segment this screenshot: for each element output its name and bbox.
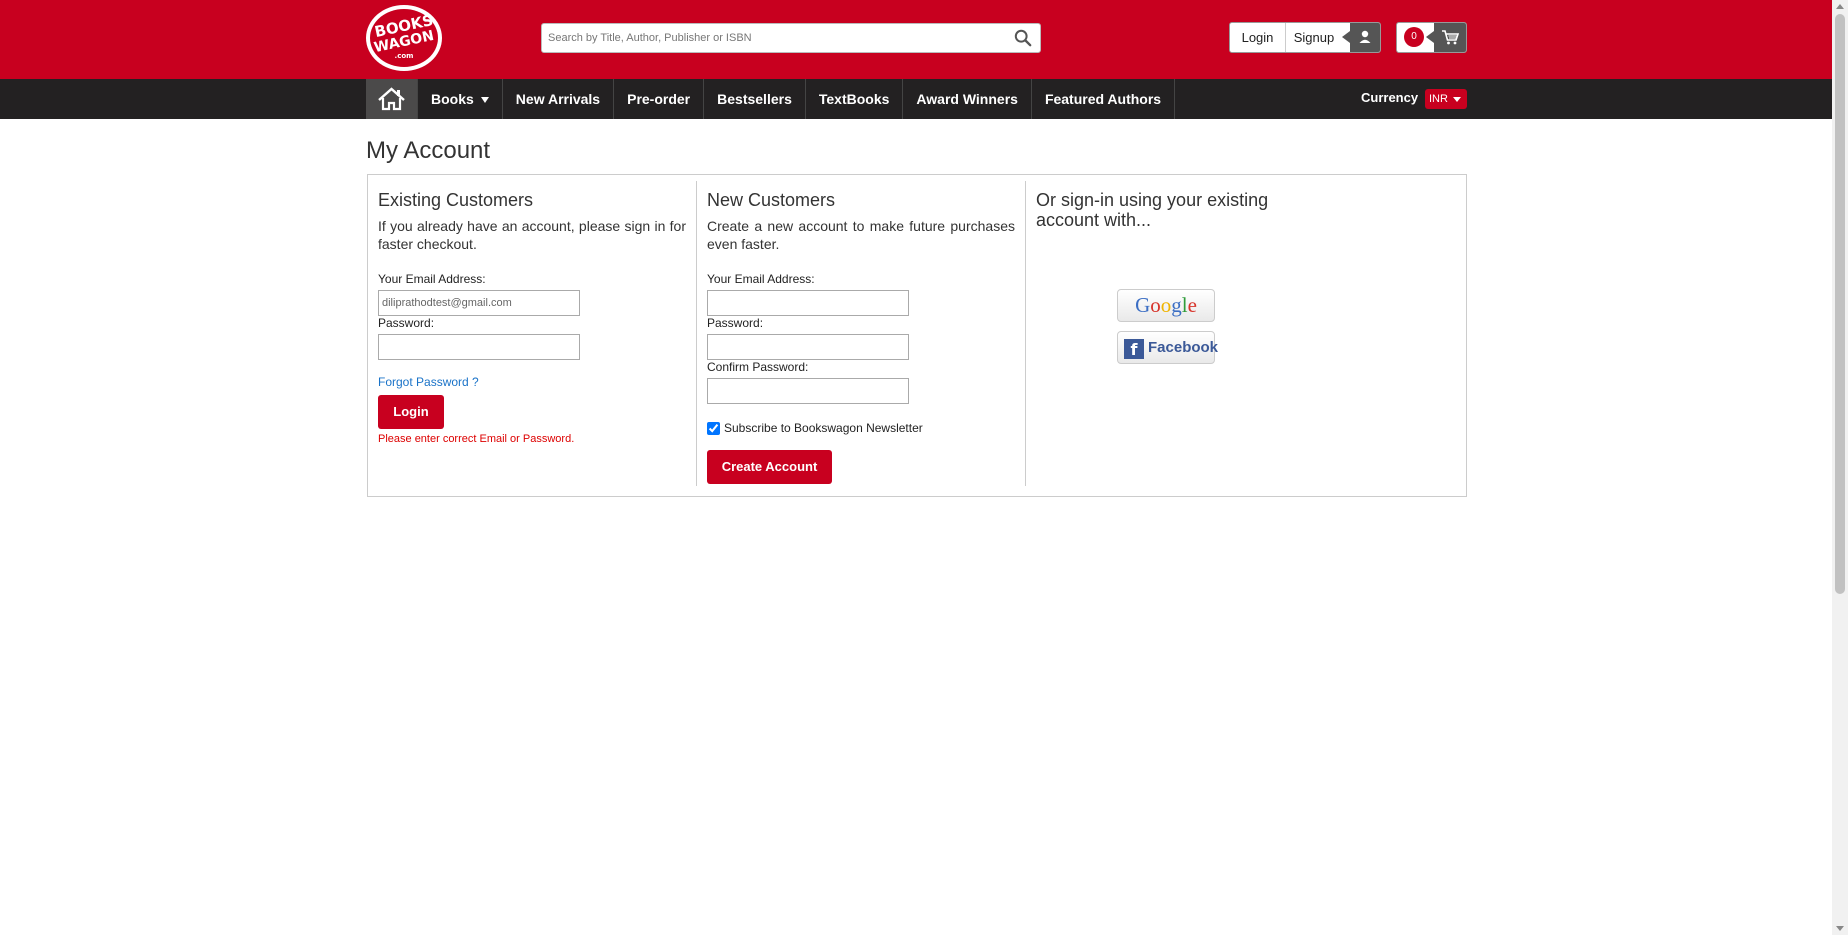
cart-button[interactable]: 0 xyxy=(1396,22,1467,53)
existing-customers-section: Existing Customers If you already have a… xyxy=(368,181,697,486)
login-email-label: Your Email Address: xyxy=(378,272,486,286)
logo-badge: BOOKS WAGON .com xyxy=(370,9,438,67)
forgot-password-link[interactable]: Forgot Password ? xyxy=(378,375,479,389)
auth-group: Login Signup xyxy=(1229,22,1381,53)
header-signup-link[interactable]: Signup xyxy=(1286,23,1342,52)
signup-password-field[interactable] xyxy=(707,334,909,360)
scroll-down-icon[interactable] xyxy=(1836,926,1844,931)
nav-item-featured-authors[interactable]: Featured Authors xyxy=(1030,79,1176,119)
google-login-button[interactable]: Google xyxy=(1117,289,1215,322)
nav-item-textbooks[interactable]: TextBooks xyxy=(804,79,903,119)
currency-value: INR xyxy=(1429,93,1448,105)
nav-item-pre-order[interactable]: Pre-order xyxy=(613,79,703,119)
chevron-down-icon xyxy=(480,97,489,104)
currency-label: Currency xyxy=(1361,90,1419,105)
new-customers-section: New Customers Create a new account to ma… xyxy=(697,181,1026,486)
header-login-link[interactable]: Login xyxy=(1230,23,1286,52)
login-email-field[interactable] xyxy=(378,290,580,316)
main-nav: Books New Arrivals Pre-order Bestsellers… xyxy=(366,79,1176,119)
nav-home[interactable] xyxy=(366,79,417,119)
scroll-up-icon[interactable] xyxy=(1836,4,1844,9)
existing-customers-description: If you already have an account, please s… xyxy=(378,218,686,252)
existing-customers-heading: Existing Customers xyxy=(378,190,534,210)
nav-item-label: Books xyxy=(431,91,474,107)
new-customers-heading: New Customers xyxy=(707,190,836,210)
login-error-message: Please enter correct Email or Password. xyxy=(378,433,575,445)
page-title: My Account xyxy=(366,137,491,164)
search-input[interactable] xyxy=(542,24,1014,52)
main-nav-bar: Books New Arrivals Pre-order Bestsellers… xyxy=(0,79,1832,119)
search-box xyxy=(541,23,1041,53)
newsletter-checkbox[interactable] xyxy=(707,422,720,435)
new-customers-description: Create a new account to make future purc… xyxy=(707,218,1015,252)
login-password-label: Password: xyxy=(378,316,435,330)
bookswagon-logo[interactable]: BOOKS WAGON .com xyxy=(366,5,442,71)
scrollbar-thumb[interactable] xyxy=(1835,14,1845,594)
google-wordmark: Google xyxy=(1135,293,1197,317)
cart-icon[interactable] xyxy=(1426,23,1466,52)
currency-select[interactable]: INR xyxy=(1425,89,1467,109)
chevron-down-icon xyxy=(1453,97,1461,102)
social-login-section: Or sign-in using your existing account w… xyxy=(1026,181,1466,486)
logo-line-3: .com xyxy=(394,52,414,60)
user-icon[interactable] xyxy=(1342,23,1380,52)
confirm-password-label: Confirm Password: xyxy=(707,360,809,374)
account-panel: Existing Customers If you already have a… xyxy=(367,174,1467,497)
home-icon xyxy=(378,87,405,111)
confirm-password-field[interactable] xyxy=(707,378,909,404)
nav-item-new-arrivals[interactable]: New Arrivals xyxy=(501,79,613,119)
signup-email-field[interactable] xyxy=(707,290,909,316)
cart-count-badge: 0 xyxy=(1404,27,1424,47)
facebook-login-button[interactable]: f Facebook xyxy=(1117,331,1219,364)
login-password-field[interactable] xyxy=(378,334,580,360)
create-account-button[interactable]: Create Account xyxy=(707,450,832,484)
top-header: BOOKS WAGON .com Login Signup 0 xyxy=(0,0,1832,79)
newsletter-label: Subscribe to Bookswagon Newsletter xyxy=(724,421,923,435)
signup-email-label: Your Email Address: xyxy=(707,272,815,286)
nav-item-award-winners[interactable]: Award Winners xyxy=(902,79,1031,119)
facebook-icon: f xyxy=(1124,339,1144,359)
login-button[interactable]: Login xyxy=(378,395,444,429)
facebook-label: Facebook xyxy=(1148,339,1219,356)
social-login-heading: Or sign-in using your existing account w… xyxy=(1036,190,1269,230)
page-scrollbar[interactable] xyxy=(1832,0,1848,935)
search-icon[interactable] xyxy=(1014,29,1032,47)
nav-item-books[interactable]: Books xyxy=(417,79,502,119)
nav-item-bestsellers[interactable]: Bestsellers xyxy=(703,79,805,119)
signup-password-label: Password: xyxy=(707,316,764,330)
